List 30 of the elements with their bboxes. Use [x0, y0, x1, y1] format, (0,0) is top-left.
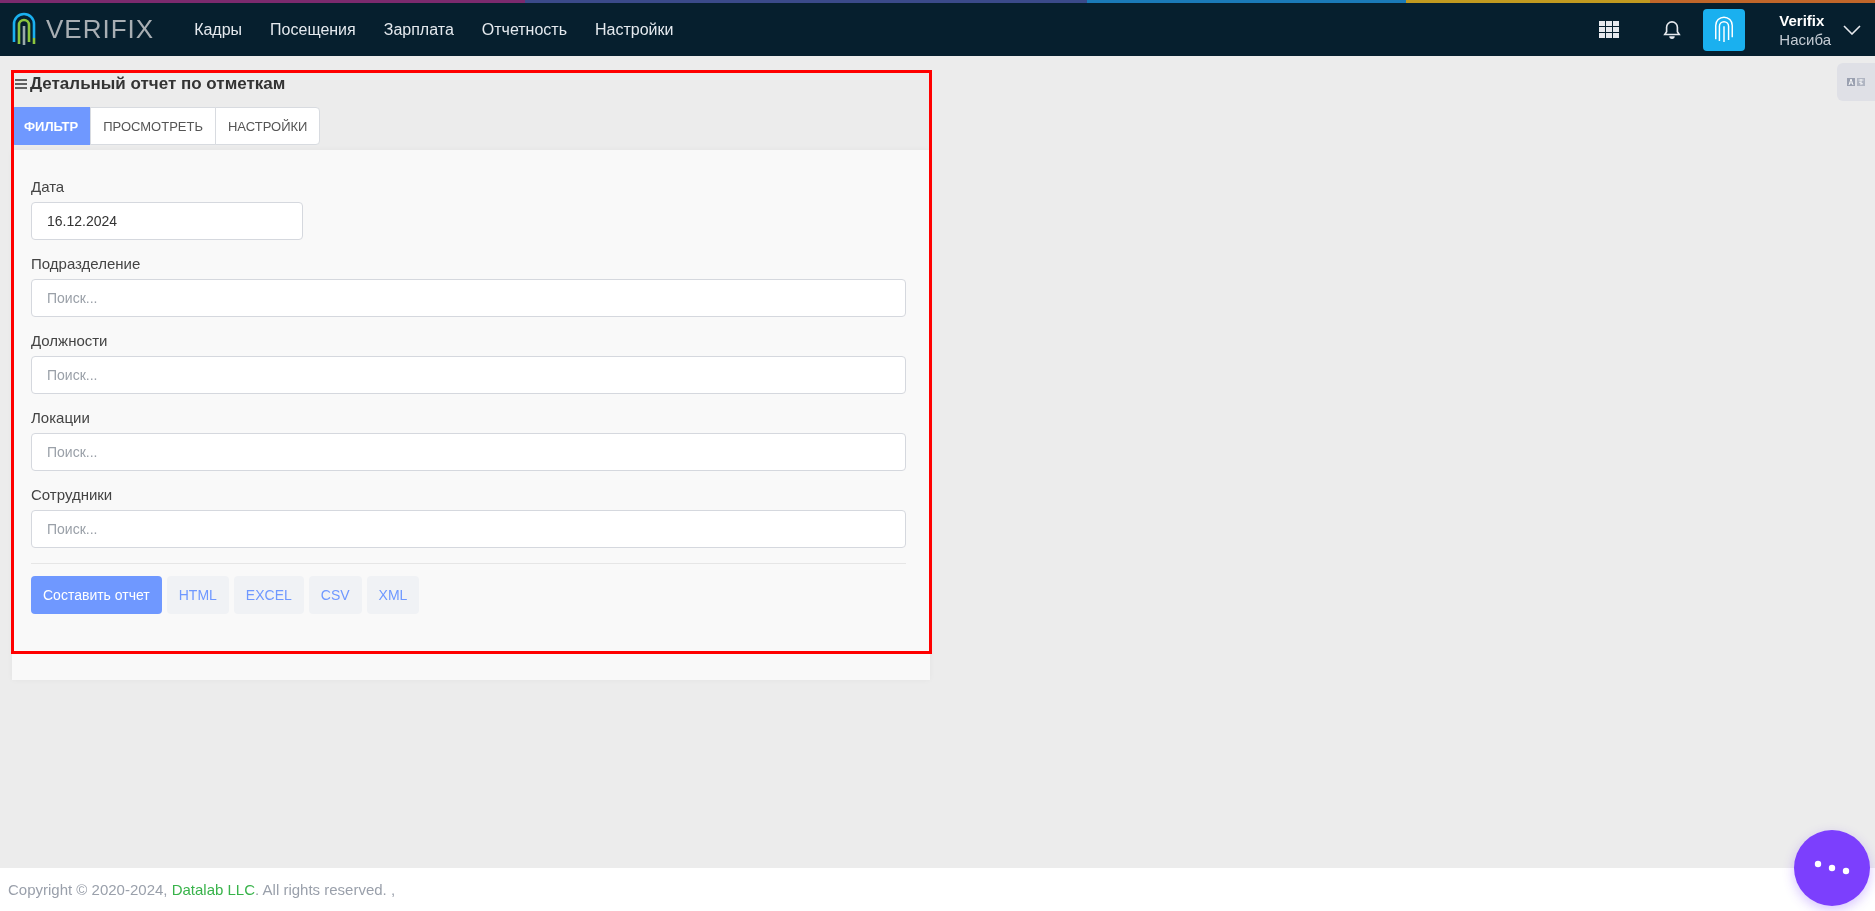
- field-label: Должности: [31, 332, 109, 349]
- field-label: Дата: [31, 178, 66, 195]
- nav-menu-item[interactable]: Посещения: [270, 20, 356, 39]
- nav-menu-item[interactable]: Отчетность: [481, 20, 567, 39]
- user-name: Verifix: [1779, 10, 1826, 30]
- nav-menu-item[interactable]: Настройки: [595, 20, 674, 39]
- field-label: Подразделение: [31, 255, 142, 272]
- field-label: Локации: [31, 409, 91, 426]
- user-subname: Насиба: [1779, 29, 1831, 49]
- nav-menu-item[interactable]: Зарплата: [383, 20, 454, 39]
- menu-icon[interactable]: [15, 79, 27, 89]
- search-input-field[interactable]: Поиск...: [31, 356, 906, 394]
- copyright-text: Copyright © 2020-2024, Datalab LLC. All rights reserved. ,: [8, 881, 396, 898]
- tab[interactable]: НАСТРОЙКИ: [215, 107, 321, 145]
- notification-bell-icon[interactable]: [1663, 19, 1682, 40]
- nav-menu-item[interactable]: Кадры: [194, 20, 243, 39]
- apps-grid-icon[interactable]: [1599, 20, 1620, 39]
- search-input-field[interactable]: Поиск...: [31, 433, 906, 471]
- tab[interactable]: ПРОСМОТРЕТЬ: [90, 107, 216, 145]
- page-title: Детальный отчет по отметкам: [30, 74, 286, 94]
- fingerprint-logo-icon: [10, 11, 38, 48]
- date-input-field[interactable]: 16.12.2024: [31, 202, 303, 240]
- search-input-field[interactable]: Поиск...: [31, 510, 906, 548]
- field-label: Сотрудники: [31, 486, 114, 503]
- chat-bubble-button[interactable]: [1794, 830, 1870, 906]
- logo-text: VERIFIX: [46, 14, 155, 45]
- fingerprint-avatar[interactable]: [1703, 8, 1746, 51]
- translate-icon: [1847, 78, 1865, 86]
- chevron-down-icon[interactable]: [1843, 24, 1861, 35]
- search-input-field[interactable]: Поиск...: [31, 279, 906, 317]
